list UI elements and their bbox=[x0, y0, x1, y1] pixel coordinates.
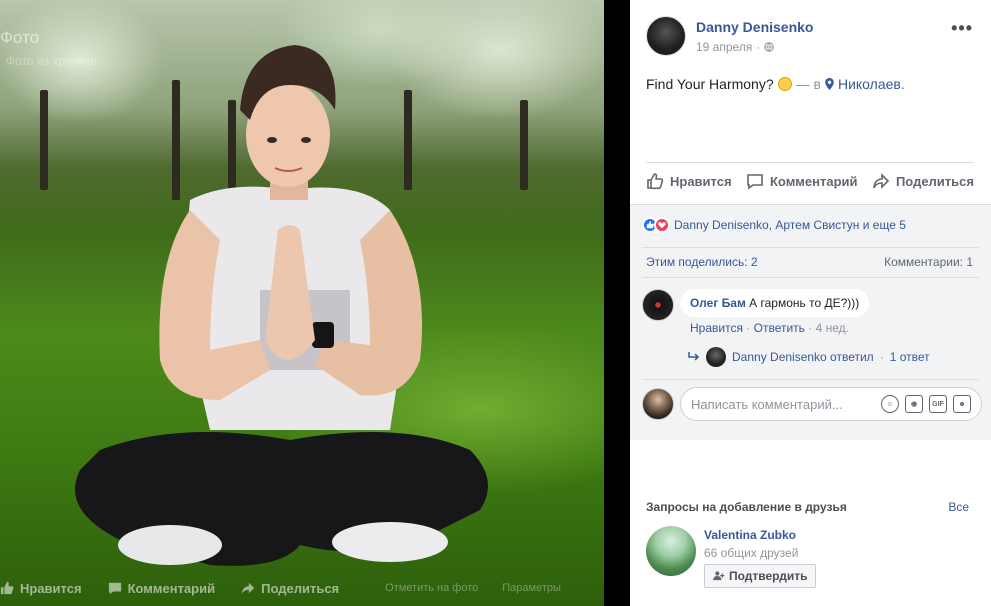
comment-item: Олег Бам А гармонь то ДЕ?))) bbox=[642, 289, 870, 321]
author-name[interactable]: Danny Denisenko bbox=[696, 18, 813, 36]
divider bbox=[642, 379, 979, 380]
photo-like-button[interactable]: Нравится bbox=[0, 581, 82, 596]
share-icon bbox=[241, 582, 255, 595]
divider bbox=[642, 247, 979, 248]
post-date[interactable]: 19 апреля bbox=[696, 40, 752, 54]
globe-icon[interactable] bbox=[764, 42, 775, 52]
tree-trunk bbox=[40, 90, 48, 190]
location-pin-icon bbox=[825, 78, 834, 90]
share-label: Поделиться bbox=[895, 173, 974, 189]
thumbs-up-icon bbox=[647, 173, 664, 190]
comment-reply-link[interactable]: Ответить bbox=[754, 321, 805, 335]
friend-name[interactable]: Valentina Zubko bbox=[704, 528, 816, 542]
divider bbox=[642, 277, 979, 278]
comments-section: Danny Denisenko, Артем Свистун и еще 5 Э… bbox=[630, 204, 991, 440]
comment-input[interactable]: Написать комментарий... ☺ ◉ GIF ☻ bbox=[680, 387, 982, 421]
post-actions: Нравится Комментарий Поделиться bbox=[646, 172, 974, 190]
tree-trunk bbox=[520, 100, 528, 190]
emoji-icon[interactable]: ☺ bbox=[881, 395, 899, 413]
see-all-link[interactable]: Все bbox=[948, 500, 969, 514]
comment-icon bbox=[108, 582, 121, 595]
add-friend-icon bbox=[713, 571, 725, 581]
photo-comment-label: Комментарий bbox=[127, 580, 216, 596]
photo-subtitle[interactable]: Фото из хроники bbox=[6, 54, 97, 68]
photo-options-button[interactable]: Параметры bbox=[502, 582, 561, 594]
photo-title: Фото bbox=[0, 28, 40, 47]
share-button[interactable]: Поделиться bbox=[872, 172, 974, 190]
mutual-friends[interactable]: 66 общих друзей bbox=[704, 546, 816, 560]
commenter-name[interactable]: Олег Бам bbox=[690, 296, 746, 310]
reply-author-text: Danny Denisenko ответил bbox=[732, 350, 874, 364]
photo-share-label: Поделиться bbox=[261, 580, 340, 596]
laughing-emoji-icon bbox=[777, 77, 792, 91]
reactions-text: Danny Denisenko, Артем Свистун и еще 5 bbox=[674, 218, 906, 232]
replier-avatar bbox=[706, 347, 726, 367]
friend-avatar[interactable] bbox=[646, 526, 696, 576]
comment-icon bbox=[747, 174, 763, 190]
reply-count: 1 ответ bbox=[889, 350, 930, 364]
commenter-avatar[interactable] bbox=[642, 289, 674, 321]
photo-comment-button[interactable]: Комментарий bbox=[108, 580, 216, 596]
author-avatar[interactable] bbox=[646, 16, 686, 56]
post-text: Find Your Harmony? — в Николаев. bbox=[646, 76, 905, 92]
love-reaction-icon bbox=[654, 217, 670, 233]
comment-text: А гармонь то ДЕ?))) bbox=[749, 296, 860, 310]
comment-label: Комментарий bbox=[769, 173, 858, 189]
current-user-avatar[interactable] bbox=[642, 388, 674, 420]
confirm-label: Подтвердить bbox=[729, 569, 808, 583]
comment-bubble: Олег Бам А гармонь то ДЕ?))) bbox=[680, 289, 870, 317]
tag-photo-button[interactable]: Отметить на фото bbox=[385, 582, 478, 594]
replies-link[interactable]: Danny Denisenko ответил · 1 ответ bbox=[688, 347, 930, 367]
friend-requests-title: Запросы на добавление в друзья bbox=[646, 500, 847, 514]
shares-count[interactable]: Этим поделились: 2 bbox=[646, 255, 758, 269]
sticker-icon[interactable]: ☻ bbox=[953, 395, 971, 413]
comment-button[interactable]: Комментарий bbox=[746, 172, 858, 190]
like-button[interactable]: Нравится bbox=[646, 172, 732, 190]
friend-request-item: Valentina Zubko 66 общих друзей Подтверд… bbox=[646, 526, 817, 588]
divider bbox=[646, 162, 974, 163]
comment-like-link[interactable]: Нравится bbox=[690, 321, 743, 335]
more-options-icon[interactable]: ••• bbox=[951, 18, 973, 39]
photo-action-bar: Нравится Комментарий Поделиться Отметить… bbox=[0, 570, 604, 606]
write-comment-row: Написать комментарий... ☺ ◉ GIF ☻ bbox=[642, 387, 982, 421]
confirm-button[interactable]: Подтвердить bbox=[704, 564, 817, 588]
photo-like-label: Нравится bbox=[20, 580, 82, 596]
like-label: Нравится bbox=[670, 173, 732, 189]
post-photo[interactable]: Фото Фото из хроники Нравится Комментари… bbox=[0, 0, 604, 606]
share-icon bbox=[873, 173, 890, 189]
reactions-summary[interactable]: Danny Denisenko, Артем Свистун и еще 5 bbox=[642, 217, 906, 233]
camera-icon[interactable]: ◉ bbox=[905, 395, 923, 413]
gif-icon[interactable]: GIF bbox=[929, 395, 947, 413]
post-header: Danny Denisenko 19 апреля · bbox=[646, 16, 813, 56]
comment-age[interactable]: 4 нед. bbox=[816, 321, 849, 335]
photo-share-button[interactable]: Поделиться bbox=[241, 581, 339, 596]
post-message: Find Your Harmony? bbox=[646, 76, 774, 92]
thumbs-up-icon bbox=[0, 581, 14, 595]
comment-actions: Нравится · Ответить · 4 нед. bbox=[690, 321, 849, 335]
person-image bbox=[75, 45, 488, 566]
comment-input-placeholder: Написать комментарий... bbox=[691, 396, 843, 412]
post-panel: Danny Denisenko 19 апреля · ••• Find You… bbox=[630, 0, 991, 606]
location-prefix: — в bbox=[795, 76, 821, 92]
location-link[interactable]: Николаев. bbox=[838, 76, 905, 92]
reply-arrow-icon bbox=[688, 352, 700, 361]
comments-count[interactable]: Комментарии: 1 bbox=[884, 255, 973, 269]
